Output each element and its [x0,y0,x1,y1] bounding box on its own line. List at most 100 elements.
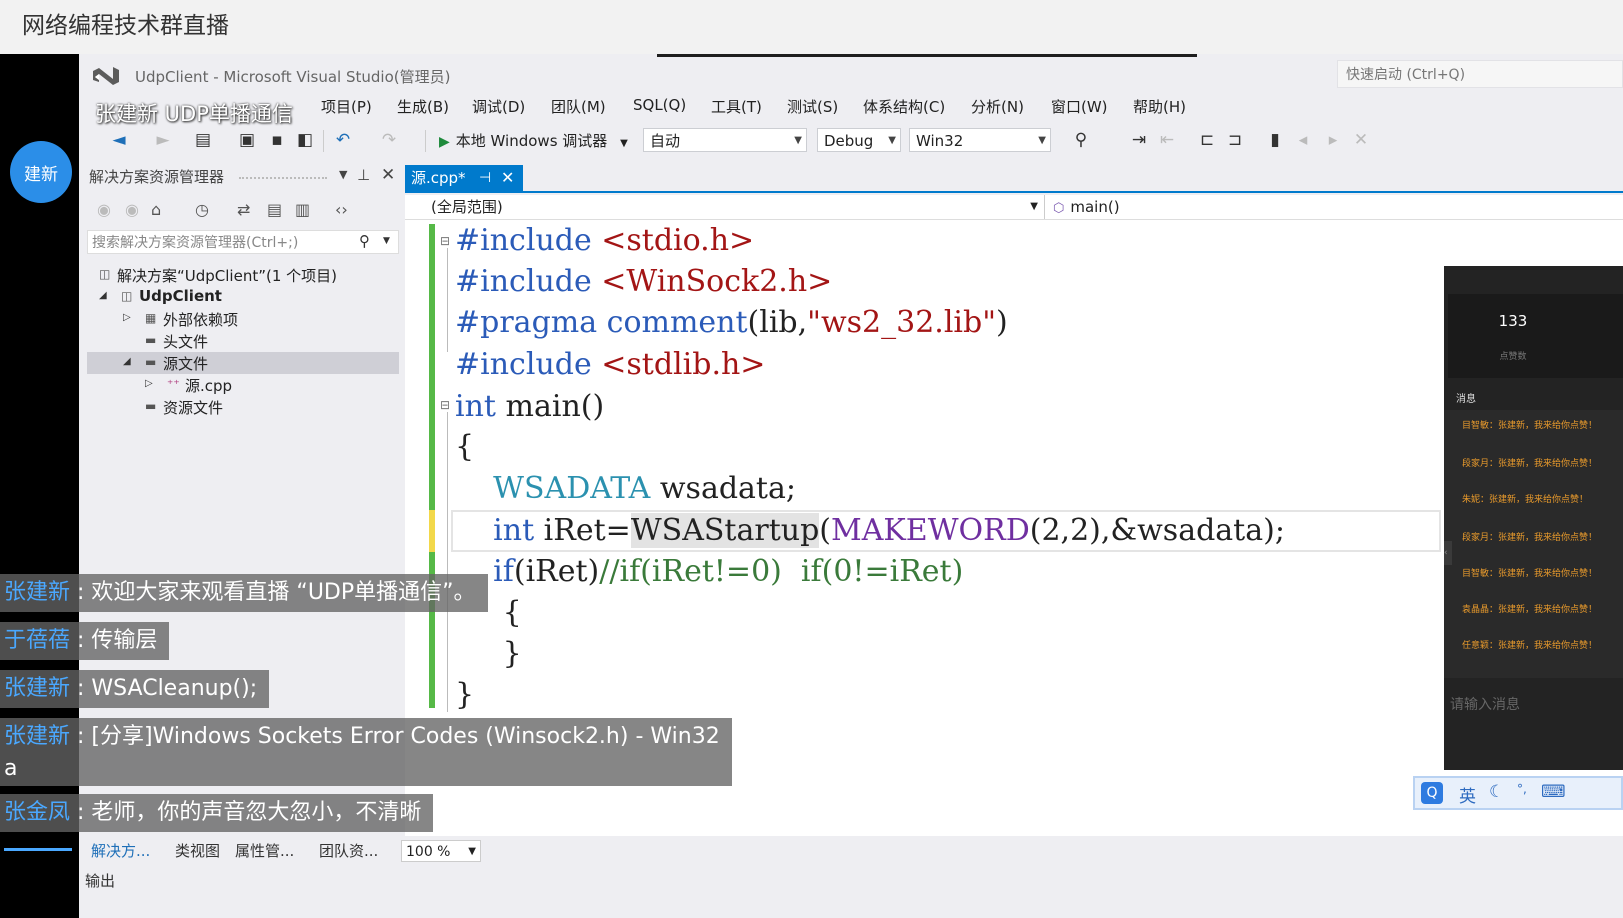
menu-analyze[interactable]: 分析(N) [971,96,1024,117]
uncomment-icon[interactable]: ⊐ [1225,130,1245,150]
menu-tools[interactable]: 工具(T) [711,96,762,117]
fold-toggle-icon[interactable]: ⊟ [440,398,450,412]
solution-search-input[interactable]: 搜索解决方案资源管理器(Ctrl+;) [87,230,399,254]
title-grip [239,177,327,179]
platform-select[interactable]: Win32 ▼ [909,128,1051,152]
code-view-icon[interactable]: ‹› [335,200,348,219]
tab-property-manager[interactable]: 属性管... [235,840,294,861]
configuration-select[interactable]: Debug ▼ [817,128,901,152]
chevron-down-icon[interactable]: ▼ [339,168,347,181]
tab-team-explorer[interactable]: 团队资... [319,840,378,861]
back-icon[interactable]: ◄ [109,130,129,150]
clear-bookmarks-icon[interactable]: ✕ [1351,130,1371,150]
forward-icon[interactable]: ◉ [125,200,139,219]
search-icon[interactable]: ⚲ [359,232,370,250]
forward-icon[interactable]: ► [153,130,173,150]
find-icon[interactable]: ⚲ [1071,130,1091,150]
bookmark-icon[interactable]: ▮ [1265,130,1285,150]
new-project-icon[interactable]: ▤ [193,130,213,150]
chat-message: 于蓓蓓 : 传输层 [0,622,170,660]
code-token: iRet= [534,513,631,548]
fold-guide [447,248,448,352]
message-item: 段家月：张建新，我来给你点赞！ [1462,533,1598,543]
collapse-all-icon[interactable]: ▤ [267,200,282,219]
punctuation-icon[interactable]: °, [1517,782,1527,796]
keyboard-icon[interactable]: ⌨ [1541,782,1566,802]
code-token: main() [495,389,605,424]
tab-class-view[interactable]: 类视图 [175,840,220,861]
debug-mode-select[interactable]: 自动 ▼ [643,128,807,152]
expanded-arrow-icon[interactable]: ◢ [123,356,131,367]
comment-icon[interactable]: ⊏ [1197,130,1217,150]
visual-studio-logo-icon [93,67,119,85]
chat-user: 张建新 [4,580,71,605]
expanded-arrow-icon[interactable]: ◢ [99,290,107,301]
folder-icon: ▬ [145,333,157,347]
code-token: } [455,636,522,671]
open-file-icon[interactable]: ▣ [237,130,257,150]
tree-item-resource-files[interactable]: ▬ 资源文件 [87,396,399,418]
folder-icon: ▬ [145,399,157,413]
tree-item-source-files[interactable]: ◢ ▬ 源文件 [87,352,399,374]
ime-logo-icon[interactable]: Q [1421,782,1443,804]
menu-debug[interactable]: 调试(D) [472,96,525,117]
outdent-icon[interactable]: ⇤ [1157,130,1177,150]
message-input[interactable]: 请输入消息 [1450,694,1520,714]
menu-test[interactable]: 测试(S) [787,96,838,117]
scope-select[interactable]: (全局范围) ▼ [405,195,1045,219]
menu-project[interactable]: 项目(P) [321,96,372,117]
menu-sql[interactable]: SQL(Q) [633,96,686,114]
zoom-select[interactable]: 100 % ▼ [401,840,481,862]
like-count: 133 [1498,312,1528,330]
code-token: } [455,677,475,712]
close-icon[interactable]: ✕ [381,165,395,185]
code-token: MAKEWORD [831,513,1030,548]
tree-item-project[interactable]: ◢ ◫ UdpClient [87,286,399,308]
quick-launch-input[interactable]: 快速启动 (Ctrl+Q) [1337,60,1623,88]
menu-team[interactable]: 团队(M) [551,96,606,117]
home-icon[interactable]: ⌂ [151,200,161,219]
function-select[interactable]: ⬡ main() [1053,195,1120,221]
pin-icon[interactable]: ⊥ [357,166,370,184]
collapse-handle-icon[interactable]: ‹ [1444,541,1452,565]
tab-source-cpp[interactable]: 源.cpp* ⊣ ✕ [405,165,523,191]
save-icon[interactable]: ▪ [267,130,287,150]
tree-item-solution[interactable]: ◫ 解决方案“UdpClient”(1 个项目) [87,264,399,286]
moon-icon[interactable]: ☾ [1489,782,1504,802]
fold-toggle-icon[interactable]: ⊟ [440,234,450,248]
redo-icon[interactable]: ↷ [379,130,399,150]
tree-item-external-deps[interactable]: ▷ ▦ 外部依赖项 [87,308,399,330]
tree-item-header-files[interactable]: ▬ 头文件 [87,330,399,352]
code-token: if [493,554,514,589]
message-item: 朱妮：张建新，我来给你点赞！ [1462,495,1589,505]
solution-explorer-header: 解决方案资源管理器 ▼ ⊥ ✕ [89,165,399,190]
avatar[interactable]: 建新 [10,141,72,203]
save-all-icon[interactable]: ◧ [295,130,315,150]
menu-help[interactable]: 帮助(H) [1133,96,1186,117]
back-icon[interactable]: ◉ [97,200,111,219]
sync-icon[interactable]: ⇄ [237,200,250,219]
ime-language[interactable]: 英 [1459,782,1476,807]
tab-solution-explorer[interactable]: 解决方... [91,840,150,861]
next-bookmark-icon[interactable]: ▸ [1323,130,1343,150]
undo-icon[interactable]: ↶ [333,130,353,150]
menu-window[interactable]: 窗口(W) [1051,96,1108,117]
fold-guide [447,412,448,712]
pin-icon[interactable]: ⊣ [479,165,491,191]
indent-icon[interactable]: ⇥ [1129,130,1149,150]
close-tab-icon[interactable]: ✕ [501,165,514,191]
prev-bookmark-icon[interactable]: ◂ [1293,130,1313,150]
collapsed-arrow-icon[interactable]: ▷ [123,312,131,323]
code-token: (iRet) [513,554,600,589]
properties-icon[interactable]: ▥ [295,200,310,219]
start-debugging-button[interactable]: ▶ 本地 Windows 调试器 ▼ [439,130,628,152]
history-icon[interactable]: ◷ [195,200,209,219]
chevron-down-icon[interactable]: ▼ [383,236,390,246]
code-token: ) [996,305,1008,340]
code-token: (2,2),&wsadata); [1029,513,1285,548]
menu-build[interactable]: 生成(B) [397,96,449,117]
collapsed-arrow-icon[interactable]: ▷ [145,378,153,389]
menu-architecture[interactable]: 体系结构(C) [863,96,945,117]
tree-item-source-cpp[interactable]: ▷ ⁺⁺ 源.cpp [87,374,399,396]
